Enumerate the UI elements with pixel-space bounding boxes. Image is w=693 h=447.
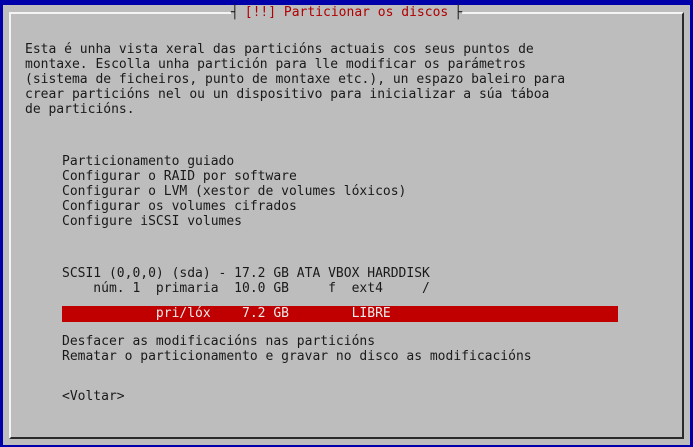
menu-item-undo-changes[interactable]: Desfacer as modificacións nas particións bbox=[62, 334, 375, 349]
menu-item-disk-sda[interactable]: SCSI1 (0,0,0) (sda) - 17.2 GB ATA VBOX H… bbox=[62, 266, 430, 281]
menu-item-configure-raid[interactable]: Configurar o RAID por software bbox=[62, 169, 297, 184]
description-line-3: (sistema de ficheiros, punto de montaxe … bbox=[25, 72, 566, 87]
menu-item-partition-1[interactable]: núm. 1 primaria 10.0 GB f ext4 / bbox=[62, 281, 430, 296]
menu-item-free-space[interactable]: pri/lóx 7.2 GB LIBRE bbox=[62, 306, 618, 322]
menu-item-configure-lvm[interactable]: Configurar o LVM (xestor de volumes lóxi… bbox=[62, 184, 406, 199]
menu-item-configure-iscsi[interactable]: Configure iSCSI volumes bbox=[62, 214, 242, 229]
description-line-4: crear particións nel ou un dispositivo p… bbox=[25, 87, 550, 102]
menu-item-guided-partitioning[interactable]: Particionamento guiado bbox=[62, 154, 234, 169]
description-line-5: de particións. bbox=[25, 102, 135, 117]
dialog-title: ┤ [!!] Particionar os discos ├ bbox=[230, 5, 463, 20]
dialog-title-text: [!!] Particionar os discos bbox=[238, 5, 455, 20]
menu-item-finish-partitioning[interactable]: Rematar o particionamento e gravar no di… bbox=[62, 349, 532, 364]
menu-item-configure-encrypted[interactable]: Configurar os volumes cifrados bbox=[62, 199, 297, 214]
description-line-2: montaxe. Escolla unha partición para lle… bbox=[25, 57, 526, 72]
description-line-1: Esta é unha vista xeral das particións a… bbox=[25, 42, 534, 57]
back-button[interactable]: <Voltar> bbox=[62, 389, 125, 404]
